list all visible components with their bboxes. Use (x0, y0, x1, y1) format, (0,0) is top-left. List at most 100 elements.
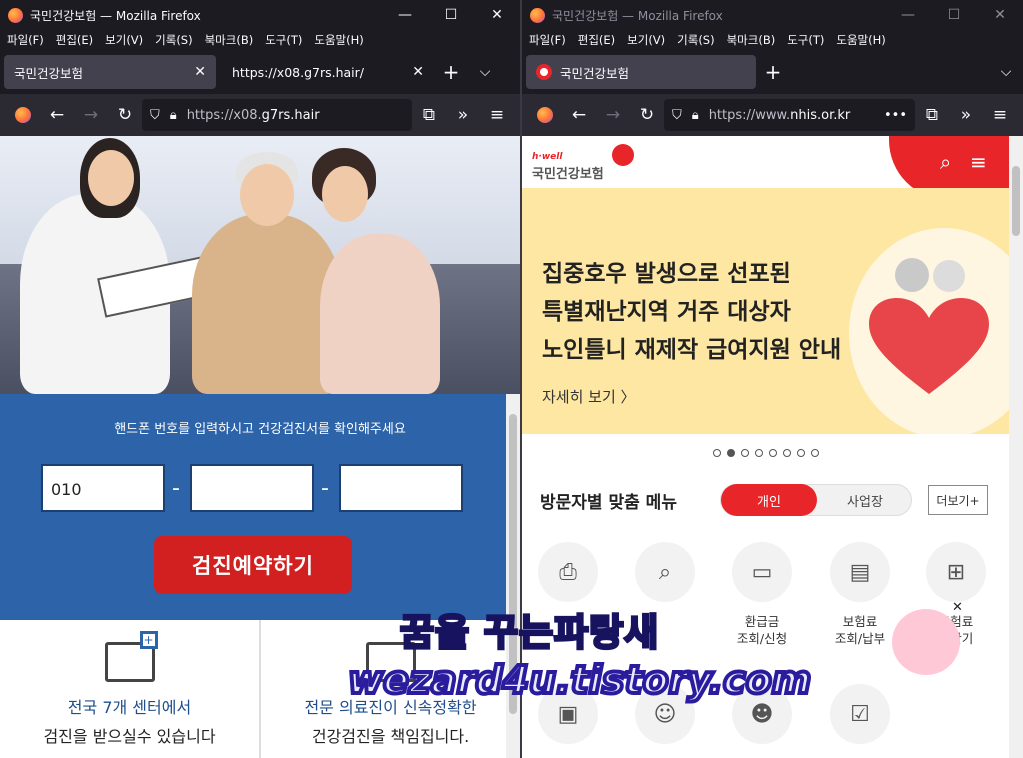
menu-bookmarks[interactable]: 북마크(B) (205, 32, 254, 48)
visitor-menu-title: 방문자별 맞춤 메뉴 (540, 493, 677, 513)
old-woman-figure (320, 234, 440, 394)
menu-tools[interactable]: 도구(T) (787, 32, 824, 48)
minimize-icon[interactable]: — (885, 0, 931, 30)
firefox-view-icon[interactable] (528, 99, 562, 131)
tab-close-icon[interactable]: ✕ (404, 64, 424, 80)
lock-icon[interactable]: 🔒︎ (692, 108, 699, 123)
back-icon[interactable]: ← (40, 99, 74, 131)
menu-view[interactable]: 보기(V) (627, 32, 665, 48)
person-card-icon: ⎙ (538, 542, 598, 602)
menu-item-row2-4[interactable]: ☑ (820, 684, 900, 744)
extensions-icon[interactable]: ⧉ (412, 99, 446, 131)
tab-list-chevron-icon[interactable]: ⌵ (468, 55, 502, 89)
extensions-icon[interactable]: ⧉ (915, 99, 949, 131)
mascot-character[interactable] (892, 609, 960, 675)
scrollbar-thumb[interactable] (1012, 166, 1020, 236)
more-button[interactable]: 더보기+ (928, 485, 988, 515)
nhis-header: h·well 국민건강보험 ⌕ ≡ (522, 136, 1023, 200)
nhis-favicon-icon (536, 64, 552, 80)
menu-history[interactable]: 기록(S) (155, 32, 192, 48)
tab-nhis[interactable]: 국민건강보험 (526, 55, 756, 89)
banner-more-link[interactable]: 자세히 보기 〉 (542, 386, 636, 407)
menu-history[interactable]: 기록(S) (677, 32, 714, 48)
new-tab-icon[interactable]: + (434, 55, 468, 89)
menu-help[interactable]: 도움말(H) (836, 32, 885, 48)
forward-icon[interactable]: → (596, 99, 630, 131)
menu-help[interactable]: 도움말(H) (314, 32, 363, 48)
carousel-dot[interactable] (810, 449, 819, 457)
carousel-dot[interactable] (782, 449, 791, 457)
receipt-icon: ▤ (830, 542, 890, 602)
menu-bookmarks[interactable]: 북마크(B) (727, 32, 776, 48)
firefox-view-icon[interactable] (6, 99, 40, 131)
tab-phishing-url[interactable]: https://x08.g7rs.hair/ ✕ (222, 55, 434, 89)
carousel-dot[interactable] (740, 449, 749, 457)
maximize-icon[interactable]: ☐ (428, 0, 474, 30)
toggle-business[interactable]: 사업장 (817, 485, 913, 515)
book-checkup-button[interactable]: 검진예약하기 (154, 536, 352, 594)
notice-banner[interactable]: 집중호우 발생으로 선포된 특별재난지역 거주 대상자 노인틀니 재제작 급여지… (522, 188, 1009, 434)
page-scrollbar[interactable] (1009, 136, 1023, 758)
mascot-close-icon[interactable]: ✕ (952, 600, 963, 615)
menu-edit[interactable]: 편집(E) (578, 32, 615, 48)
menu-item-refund[interactable]: ▭ 환급금 조회/신청 (722, 542, 802, 648)
carousel-dot-active[interactable] (726, 449, 735, 457)
carousel-dot[interactable] (796, 449, 805, 457)
hamburger-menu-icon[interactable]: ≡ (970, 150, 987, 174)
phone-dash: - (321, 476, 329, 501)
new-tab-icon[interactable]: + (756, 55, 790, 89)
window-title: 국민건강보험 — Mozilla Firefox (552, 8, 723, 23)
close-icon[interactable]: ✕ (474, 0, 520, 30)
menu-file[interactable]: 파일(F) (529, 32, 566, 48)
phone-field-3[interactable] (339, 464, 463, 512)
search-icon[interactable]: ⌕ (940, 150, 951, 174)
menu-edit[interactable]: 편집(E) (56, 32, 93, 48)
carousel-dot[interactable] (754, 449, 763, 457)
toggle-personal[interactable]: 개인 (721, 484, 817, 516)
phone-field-1[interactable]: 010 (41, 464, 165, 512)
hamburger-menu-icon[interactable]: ≡ (983, 99, 1017, 131)
reload-icon[interactable]: ↻ (630, 99, 664, 131)
overflow-chevron-icon[interactable]: » (949, 99, 983, 131)
overflow-chevron-icon[interactable]: » (446, 99, 480, 131)
back-icon[interactable]: ← (562, 99, 596, 131)
info-centers: + 전국 7개 센터에서 검진을 받으실수 있습니다 (0, 620, 259, 758)
shield-icon[interactable]: ⛉ (672, 108, 682, 123)
minimize-icon[interactable]: — (382, 0, 428, 30)
visitor-type-toggle[interactable]: 개인 사업장 (720, 484, 912, 516)
page-scrollbar[interactable] (506, 394, 520, 758)
url-host: nhis.or.kr (790, 107, 851, 123)
banner-line-3: 노인틀니 재제작 급여지원 안내 (542, 337, 842, 363)
menu-item-label: 보험료 조회/납부 (834, 614, 886, 646)
logo-name: 국민건강보험 (532, 167, 604, 182)
carousel-dot[interactable] (768, 449, 777, 457)
menu-item-1[interactable]: ⎙ (528, 542, 608, 602)
tab-list-chevron-icon[interactable]: ⌵ (989, 55, 1023, 89)
carousel-dots (522, 442, 1009, 461)
watermark-korean: 꿈을 꾸는파랑새 (398, 610, 660, 656)
maximize-icon[interactable]: ☐ (931, 0, 977, 30)
nhis-logo[interactable]: h·well 국민건강보험 (532, 152, 604, 182)
shield-icon[interactable]: ⛉ (150, 108, 160, 123)
phone-dash: - (172, 476, 180, 501)
lock-icon[interactable]: 🔒︎ (170, 108, 177, 123)
reload-icon[interactable]: ↻ (108, 99, 142, 131)
menu-file[interactable]: 파일(F) (7, 32, 44, 48)
hamburger-menu-icon[interactable]: ≡ (480, 99, 514, 131)
info-doctors-line2: 건강검진을 책임집니다. (311, 727, 470, 746)
close-icon[interactable]: ✕ (977, 0, 1023, 30)
carousel-dot[interactable] (712, 449, 721, 457)
menu-view[interactable]: 보기(V) (105, 32, 143, 48)
page-actions-icon[interactable]: ••• (884, 108, 907, 123)
menu-item-premium[interactable]: ▤ 보험료 조회/납부 (820, 542, 900, 648)
phone-field-2[interactable] (190, 464, 314, 512)
tab-nhis-fake[interactable]: 국민건강보험 ✕ (4, 55, 216, 89)
url-bar[interactable]: ⛉ 🔒︎ https://x08. g7rs.hair (142, 99, 412, 131)
banner-line-1: 집중호우 발생으로 선포된 (542, 261, 791, 287)
menu-tools[interactable]: 도구(T) (265, 32, 302, 48)
menu-item-2[interactable]: ⌕ (625, 542, 705, 602)
hero-photo (0, 136, 520, 394)
forward-icon[interactable]: → (74, 99, 108, 131)
url-bar[interactable]: ⛉ 🔒︎ https://www. nhis.or.kr ••• (664, 99, 915, 131)
tab-close-icon[interactable]: ✕ (186, 64, 206, 80)
